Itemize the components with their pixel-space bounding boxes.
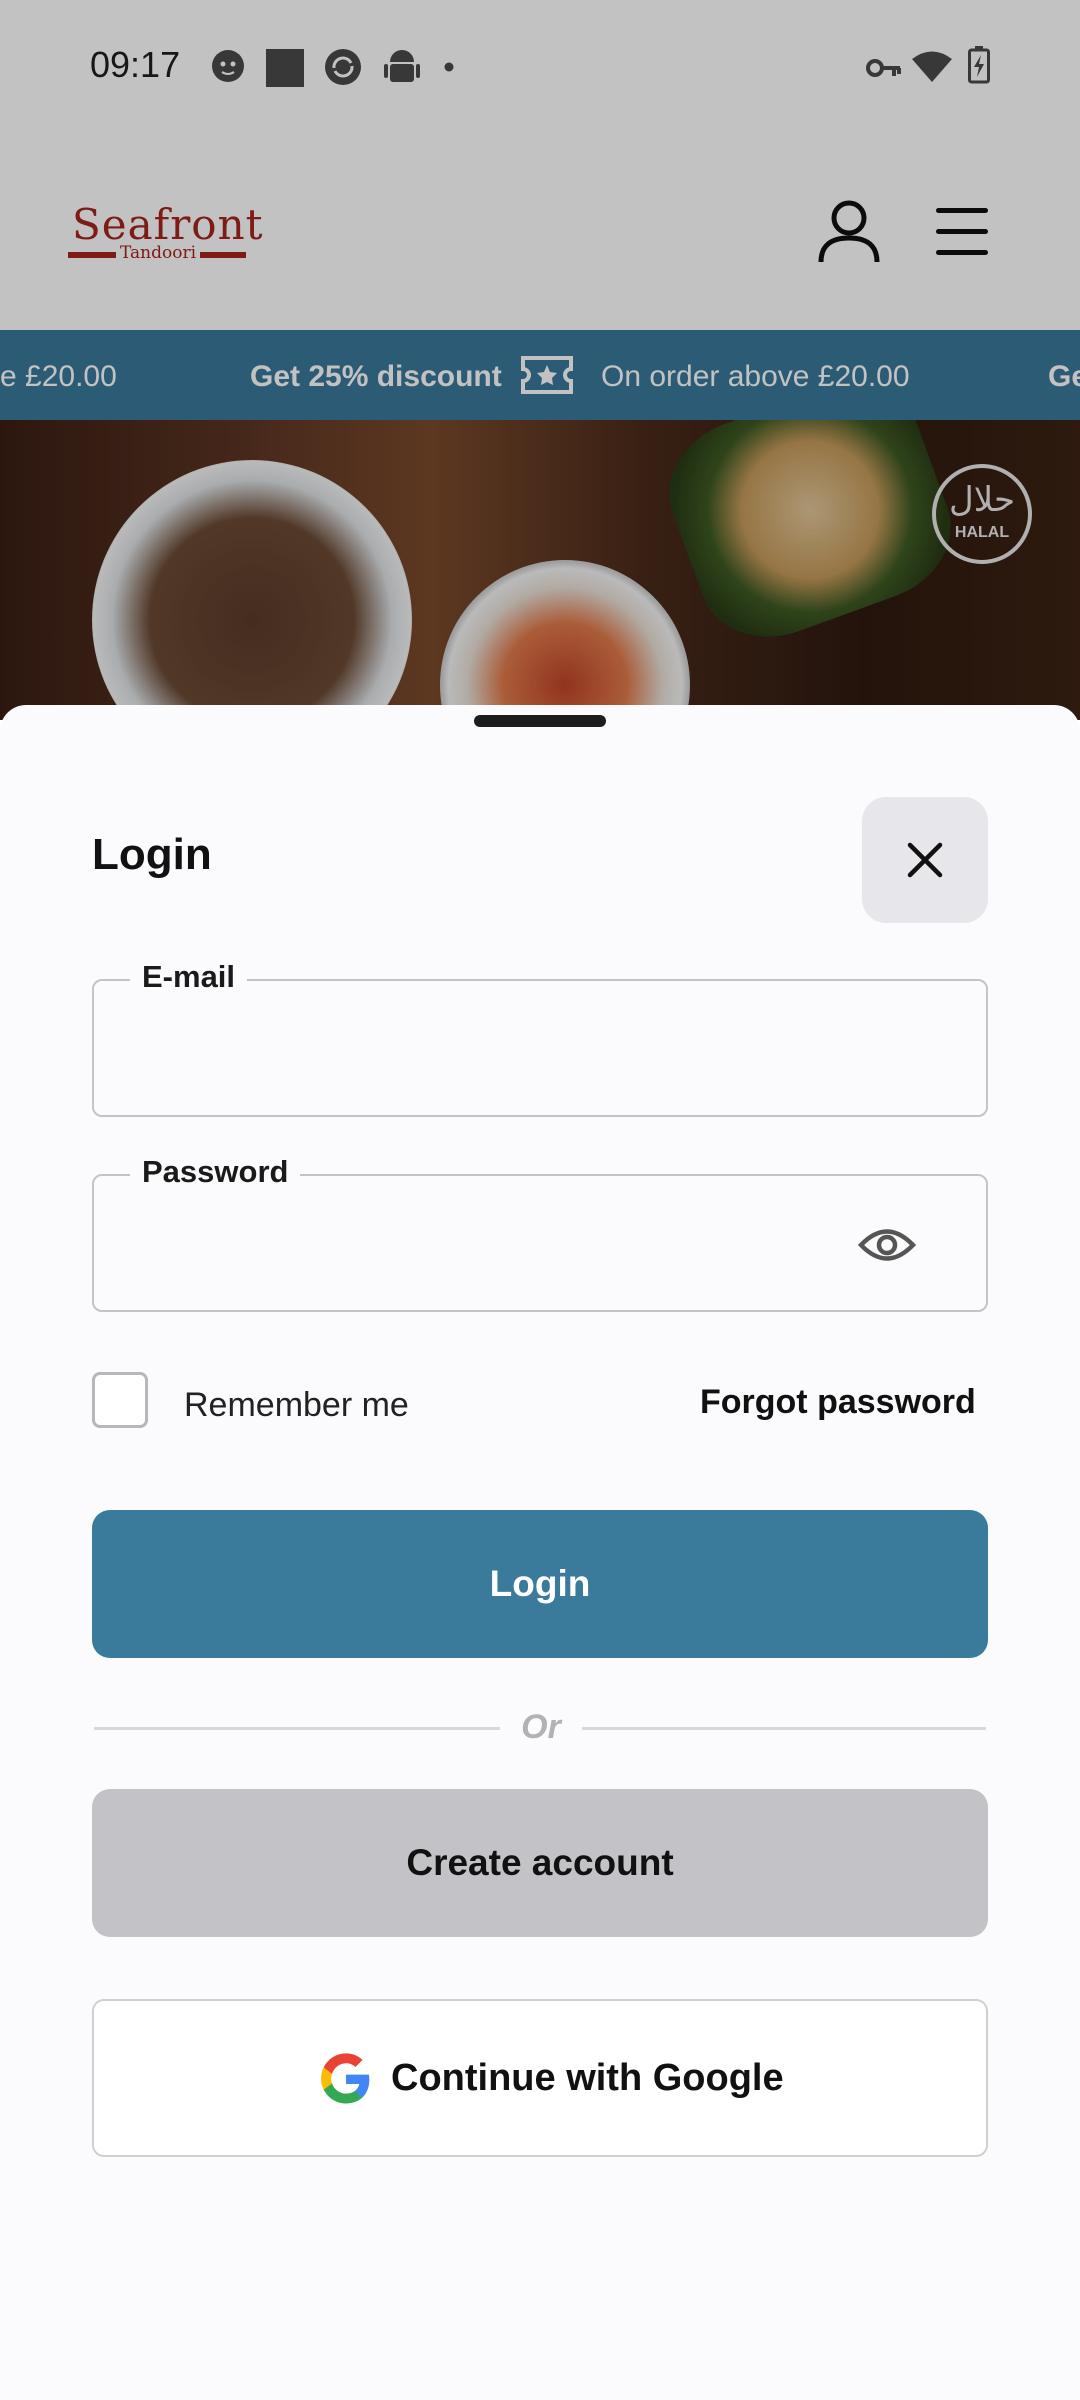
password-label: Password — [130, 1154, 301, 1190]
close-icon — [907, 842, 943, 878]
google-signin-button[interactable]: Continue with Google — [92, 1999, 988, 2157]
login-sheet: Login E-mail Password Remember me Forgot… — [0, 705, 1080, 2400]
eye-icon[interactable] — [858, 1220, 916, 1270]
google-icon — [321, 2053, 370, 2104]
remember-me-checkbox[interactable] — [92, 1372, 148, 1428]
forgot-password-link[interactable]: Forgot password — [700, 1383, 976, 1422]
divider-line-right — [582, 1727, 986, 1730]
close-button[interactable] — [862, 797, 988, 923]
background-app: 09:17 Seafront Tandoori e £20.00 Get 25%… — [0, 0, 1080, 720]
password-field: Password — [92, 1154, 988, 1312]
create-account-button[interactable]: Create account — [92, 1789, 988, 1937]
remember-me-label[interactable]: Remember me — [184, 1386, 409, 1425]
password-input[interactable] — [124, 1210, 828, 1278]
email-input[interactable] — [124, 1015, 908, 1083]
drag-handle[interactable] — [474, 715, 606, 727]
divider-or-text: Or — [521, 1708, 561, 1746]
google-button-label: Continue with Google — [391, 2057, 784, 2099]
login-button[interactable]: Login — [92, 1510, 988, 1658]
email-label: E-mail — [130, 959, 248, 995]
sheet-title: Login — [92, 830, 212, 879]
modal-scrim[interactable] — [0, 0, 1080, 720]
email-field: E-mail — [92, 959, 988, 1117]
divider-line-left — [94, 1727, 500, 1730]
